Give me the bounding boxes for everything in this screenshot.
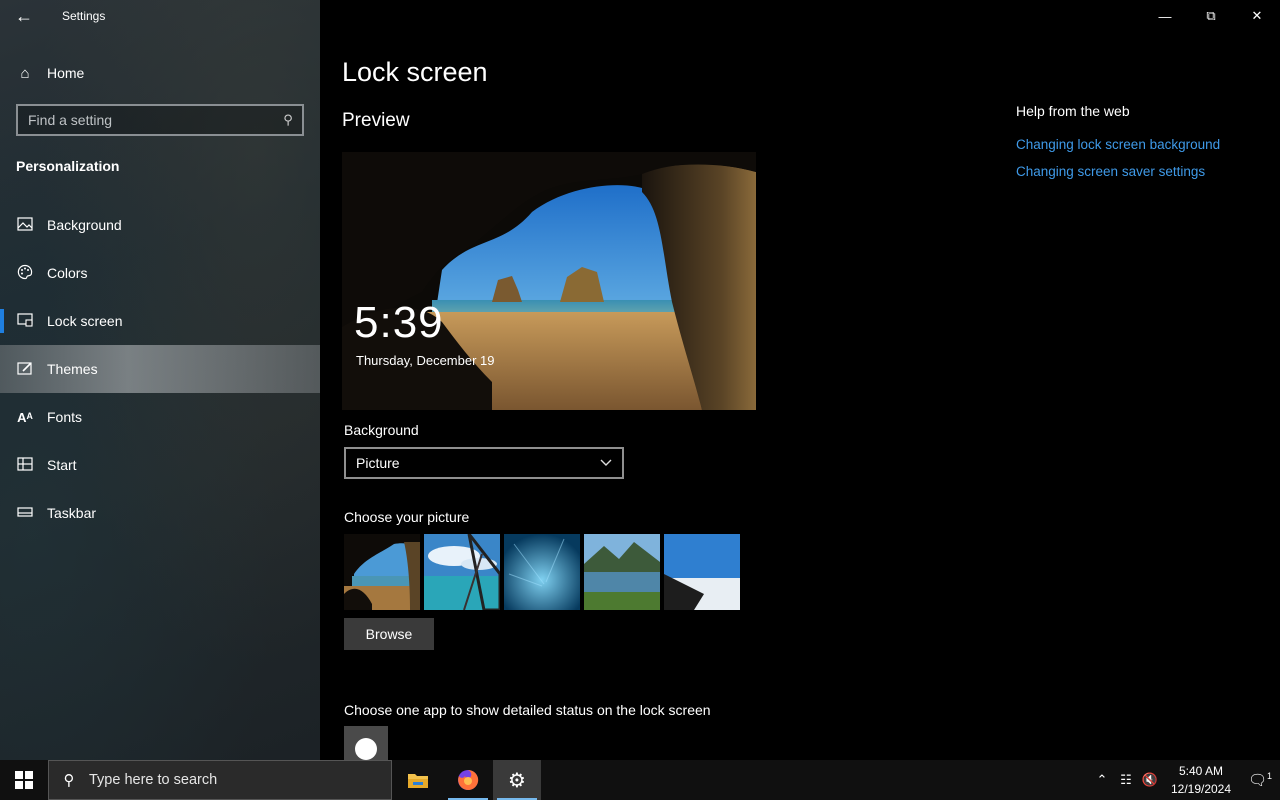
thumbnail-mountain-lake[interactable] bbox=[584, 534, 660, 610]
find-setting-input[interactable] bbox=[18, 112, 274, 128]
weather-app-icon bbox=[355, 738, 377, 760]
system-tray: ⌃ ☷ 🔇 5:40 AM 12/19/2024 🗨1 bbox=[1090, 760, 1280, 800]
file-explorer-button[interactable] bbox=[394, 760, 442, 800]
sidebar-item-start[interactable]: Start bbox=[0, 441, 320, 489]
preview-clock: 5:39 bbox=[354, 298, 444, 347]
home-label: Home bbox=[47, 65, 85, 81]
settings-taskbar-button[interactable]: ⚙ bbox=[493, 760, 541, 800]
help-link-lock-screen-background[interactable]: Changing lock screen background bbox=[1016, 137, 1266, 152]
sidebar-item-label: Taskbar bbox=[47, 505, 97, 521]
sidebar-item-label: Themes bbox=[47, 361, 98, 377]
sidebar: ← Settings ⌂ Home ⚲ Personalization Back… bbox=[0, 0, 320, 760]
palette-icon bbox=[16, 264, 34, 283]
folder-icon bbox=[408, 774, 428, 788]
sidebar-item-lock-screen[interactable]: Lock screen bbox=[0, 297, 320, 345]
sidebar-item-colors[interactable]: Colors bbox=[0, 249, 320, 297]
chevron-down-icon bbox=[600, 456, 612, 470]
sidebar-item-themes[interactable]: Themes bbox=[0, 345, 320, 393]
notifications-button[interactable]: 🗨1 bbox=[1240, 771, 1280, 789]
sidebar-item-label: Colors bbox=[47, 265, 88, 281]
choose-picture-label: Choose your picture bbox=[344, 509, 470, 525]
find-setting-search[interactable]: ⚲ bbox=[16, 104, 304, 136]
search-icon: ⚲ bbox=[63, 772, 75, 789]
status-app-label: Choose one app to show detailed status o… bbox=[344, 702, 711, 718]
titlebar: ← Settings bbox=[0, 0, 320, 32]
fonts-icon: Aᴬ bbox=[17, 409, 33, 425]
picture-icon bbox=[16, 216, 34, 234]
clock-time: 5:40 AM bbox=[1178, 764, 1224, 778]
sidebar-item-label: Fonts bbox=[47, 409, 83, 425]
notification-icon: 🗨 bbox=[1247, 772, 1268, 789]
gear-icon: ⚙ bbox=[508, 769, 526, 792]
taskbar-search[interactable]: ⚲ bbox=[48, 760, 392, 800]
minimize-icon: — bbox=[1158, 8, 1172, 24]
help-panel: Help from the web Changing lock screen b… bbox=[1016, 103, 1266, 191]
search-icon[interactable]: ⚲ bbox=[274, 112, 302, 128]
volume-muted-icon[interactable]: 🔇 bbox=[1138, 772, 1162, 788]
network-icon[interactable]: ☷ bbox=[1114, 772, 1138, 788]
system-clock[interactable]: 5:40 AM 12/19/2024 bbox=[1162, 762, 1240, 798]
window-controls: — ⧉ ✕ bbox=[1142, 0, 1280, 32]
page-title: Lock screen bbox=[342, 57, 488, 87]
sidebar-item-label: Background bbox=[47, 217, 122, 233]
restore-button[interactable]: ⧉ bbox=[1188, 0, 1234, 32]
nav-list: Background Colors Lock screen Themes Aᴬ … bbox=[0, 201, 320, 537]
preview-title: Preview bbox=[342, 110, 410, 131]
firefox-icon bbox=[458, 769, 479, 790]
back-arrow-icon: ← bbox=[15, 5, 33, 26]
thumbnail-cave-beach[interactable] bbox=[344, 534, 420, 610]
taskbar-icon bbox=[16, 505, 34, 521]
firefox-button[interactable] bbox=[444, 760, 492, 800]
windows-logo-icon bbox=[15, 771, 33, 789]
close-button[interactable]: ✕ bbox=[1234, 0, 1280, 32]
close-icon: ✕ bbox=[1251, 8, 1263, 23]
lock-screen-icon bbox=[16, 312, 34, 330]
home-icon: ⌂ bbox=[20, 64, 30, 82]
taskbar: ⚲ ⚙ ⌃ ☷ 🔇 5:40 AM 12/19/2024 🗨1 bbox=[0, 760, 1280, 800]
chevron-up-icon[interactable]: ⌃ bbox=[1090, 772, 1114, 788]
background-dropdown[interactable]: Picture bbox=[344, 447, 624, 479]
thumbnail-cliff-coast[interactable] bbox=[664, 534, 740, 610]
main-content: — ⧉ ✕ Lock screen Preview 5:39 Thursday,… bbox=[320, 0, 1280, 760]
picture-thumbnails bbox=[344, 534, 740, 610]
back-button[interactable]: ← bbox=[8, 0, 40, 32]
cave-beach-image bbox=[342, 152, 756, 410]
minimize-button[interactable]: — bbox=[1142, 0, 1188, 32]
start-icon bbox=[16, 456, 34, 474]
notification-count: 1 bbox=[1267, 771, 1273, 781]
clock-date: 12/19/2024 bbox=[1170, 782, 1232, 796]
sidebar-item-label: Lock screen bbox=[47, 313, 123, 329]
lock-screen-preview: 5:39 Thursday, December 19 bbox=[342, 152, 756, 410]
restore-icon: ⧉ bbox=[1206, 8, 1216, 23]
thumbnail-underwater[interactable] bbox=[504, 534, 580, 610]
app-title: Settings bbox=[62, 9, 106, 23]
sidebar-item-background[interactable]: Background bbox=[0, 201, 320, 249]
sidebar-item-label: Start bbox=[47, 457, 77, 473]
status-app-picker[interactable] bbox=[344, 726, 388, 760]
nav-home[interactable]: ⌂ Home bbox=[0, 56, 320, 90]
brush-icon bbox=[16, 361, 34, 378]
preview-date: Thursday, December 19 bbox=[356, 353, 495, 368]
taskbar-search-input[interactable] bbox=[89, 772, 391, 788]
background-label: Background bbox=[344, 422, 419, 438]
thumbnail-ocean-deck[interactable] bbox=[424, 534, 500, 610]
sidebar-item-taskbar[interactable]: Taskbar bbox=[0, 489, 320, 537]
section-title: Personalization bbox=[16, 158, 120, 174]
start-button[interactable] bbox=[0, 760, 48, 800]
background-dropdown-value: Picture bbox=[356, 455, 400, 471]
sidebar-item-fonts[interactable]: Aᴬ Fonts bbox=[0, 393, 320, 441]
help-title: Help from the web bbox=[1016, 103, 1130, 119]
help-link-screen-saver[interactable]: Changing screen saver settings bbox=[1016, 164, 1266, 179]
browse-button[interactable]: Browse bbox=[344, 618, 434, 650]
